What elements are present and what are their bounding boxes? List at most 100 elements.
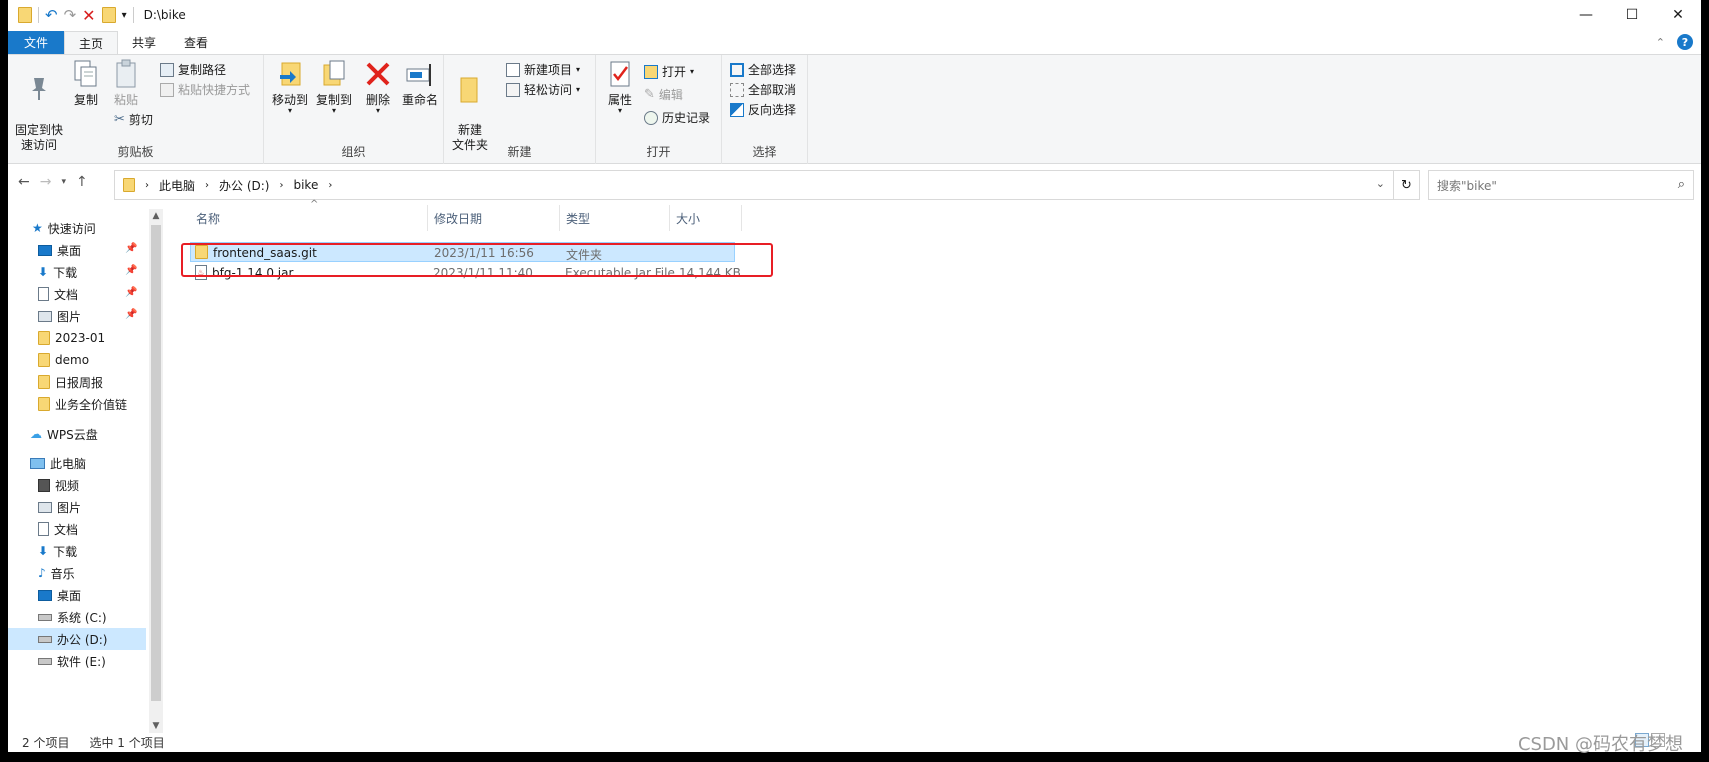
breadcrumb-item[interactable]: bike	[293, 178, 318, 192]
paste-shortcut-button[interactable]: 粘贴快捷方式	[160, 81, 250, 98]
nav-item-desktop[interactable]: 桌面	[38, 584, 81, 606]
scrollbar-thumb[interactable]	[151, 225, 161, 701]
copy-to-button[interactable]: 复制到 ▾	[314, 59, 354, 115]
breadcrumb-separator-icon[interactable]: ›	[205, 180, 209, 191]
column-header-type[interactable]: 类型	[560, 205, 670, 231]
ribbon-group-organize: 移动到 ▾ 复制到 ▾ 删除 ▾ 重命名 组织	[264, 55, 444, 164]
column-header-date[interactable]: 修改日期	[428, 205, 560, 231]
history-icon	[644, 110, 658, 125]
delete-icon[interactable]: ✕	[82, 6, 95, 25]
select-all-icon	[730, 62, 744, 77]
scroll-up-icon[interactable]: ▲	[149, 211, 163, 221]
nav-item-this-pc[interactable]: 此电脑	[30, 452, 86, 474]
nav-item-pictures[interactable]: 图片	[38, 305, 81, 327]
address-bar[interactable]: › 此电脑 › 办公 (D:) › bike › ⌄ ↻	[114, 170, 1420, 200]
cut-button[interactable]: ✂ 剪切	[114, 111, 153, 128]
column-header-size[interactable]: 大小	[670, 205, 742, 231]
nav-item-wps-cloud[interactable]: ☁ WPS云盘	[30, 423, 98, 445]
pin-to-quick-access-button[interactable]: 固定到快 速访问	[14, 59, 64, 153]
ribbon-group-select: 全部选择 全部取消 反向选择 选择	[722, 55, 808, 164]
ribbon-group-new: 新建 文件夹 新建项目 ▾ 轻松访问 ▾ 新建	[444, 55, 596, 164]
chevron-down-icon: ▾	[576, 85, 581, 94]
navigation-scrollbar[interactable]: ▲ ▼	[149, 209, 163, 733]
folder-icon	[38, 375, 50, 389]
invert-selection-button[interactable]: 反向选择	[730, 101, 796, 118]
search-placeholder: 搜索"bike"	[1437, 178, 1497, 193]
nav-item-drive-e[interactable]: 软件 (E:)	[38, 650, 106, 672]
paste-button[interactable]: 粘贴	[108, 59, 144, 108]
delete-button[interactable]: 删除 ▾	[360, 59, 396, 115]
scroll-down-icon[interactable]: ▼	[149, 721, 163, 731]
computer-icon	[30, 457, 45, 469]
open-button[interactable]: 打开 ▾	[644, 63, 694, 80]
nav-item-music[interactable]: ♪ 音乐	[38, 562, 75, 584]
ribbon-group-open: 属性 ▾ 打开 ▾ ✎ 编辑 历史记录 打开	[596, 55, 722, 164]
minimize-button[interactable]: —	[1563, 0, 1609, 30]
tab-view[interactable]: 查看	[170, 31, 222, 54]
edit-button[interactable]: ✎ 编辑	[644, 86, 683, 103]
copy-button[interactable]: 复制	[68, 59, 104, 108]
redo-icon[interactable]: ↷	[64, 6, 77, 24]
ribbon: 固定到快 速访问 复制 粘贴 复制路径 粘贴快捷方式 ✂ 剪切 剪贴板 移动到 …	[8, 55, 1701, 164]
tab-home[interactable]: 主页	[64, 31, 119, 54]
back-arrow-icon[interactable]: ←	[18, 174, 30, 190]
properties-button[interactable]: 属性 ▾	[602, 59, 638, 115]
nav-item-folder[interactable]: 业务全价值链	[38, 393, 127, 415]
new-folder-icon[interactable]	[101, 7, 116, 23]
drive-icon	[38, 613, 52, 621]
rename-button[interactable]: 重命名	[400, 59, 440, 108]
download-arrow-icon: ⬇	[38, 544, 49, 558]
explorer-window: ↶ ↷ ✕ ▾ D:\bike — ☐ ✕ 文件 主页 共享 查看 ⌃ ? 固定…	[8, 0, 1701, 752]
tab-share[interactable]: 共享	[118, 31, 170, 54]
history-button[interactable]: 历史记录	[644, 109, 710, 126]
folder-icon	[18, 7, 32, 23]
search-input[interactable]: 搜索"bike" ⌕	[1428, 170, 1694, 200]
nav-item-documents[interactable]: 文档	[38, 283, 78, 305]
breadcrumb-separator-icon[interactable]: ›	[328, 180, 332, 191]
nav-item-documents[interactable]: 文档	[38, 518, 78, 540]
nav-item-videos[interactable]: 视频	[38, 474, 79, 496]
nav-item-drive-c[interactable]: 系统 (C:)	[38, 606, 107, 628]
new-folder-button[interactable]: 新建 文件夹	[450, 59, 490, 153]
document-icon	[38, 522, 49, 536]
close-button[interactable]: ✕	[1655, 0, 1701, 30]
copy-path-button[interactable]: 复制路径	[160, 61, 226, 78]
collapse-ribbon-chevron-up-icon[interactable]: ⌃	[1656, 36, 1665, 49]
up-arrow-icon[interactable]: ↑	[76, 174, 88, 190]
maximize-button[interactable]: ☐	[1609, 0, 1655, 30]
address-history-chevron-down-icon[interactable]: ⌄	[1376, 177, 1385, 190]
delete-x-icon	[362, 59, 394, 89]
nav-item-downloads[interactable]: ⬇ 下载	[38, 261, 77, 283]
nav-item-folder[interactable]: 2023-01	[38, 327, 105, 349]
breadcrumb-separator-icon[interactable]: ›	[279, 180, 283, 191]
forward-arrow-icon[interactable]: →	[40, 174, 52, 190]
easy-access-icon	[506, 82, 520, 97]
nav-item-quick-access[interactable]: ★ 快速访问	[32, 217, 96, 239]
ribbon-group-label: 剪贴板	[117, 145, 154, 159]
select-all-button[interactable]: 全部选择	[730, 61, 796, 78]
refresh-icon[interactable]: ↻	[1393, 171, 1419, 199]
help-icon[interactable]: ?	[1677, 34, 1693, 50]
nav-item-pictures[interactable]: 图片	[38, 496, 81, 518]
drive-icon	[38, 635, 52, 643]
breadcrumb-item[interactable]: 办公 (D:)	[219, 177, 269, 194]
drive-icon	[38, 657, 52, 665]
nav-item-downloads[interactable]: ⬇ 下载	[38, 540, 77, 562]
column-header-name[interactable]: 名称	[190, 205, 428, 231]
nav-item-desktop[interactable]: 桌面	[38, 239, 81, 261]
tab-file[interactable]: 文件	[8, 31, 65, 54]
customize-chevron-down-icon[interactable]: ▾	[122, 10, 127, 21]
undo-icon[interactable]: ↶	[45, 6, 58, 24]
easy-access-button[interactable]: 轻松访问 ▾	[506, 81, 580, 98]
recent-locations-chevron-down-icon[interactable]: ▾	[61, 177, 66, 187]
nav-item-drive-d[interactable]: 办公 (D:)	[8, 628, 146, 650]
pin-icon: 📌	[125, 287, 138, 298]
nav-item-folder[interactable]: demo	[38, 349, 89, 371]
select-none-button[interactable]: 全部取消	[730, 81, 796, 98]
breadcrumb-item[interactable]: 此电脑	[159, 177, 195, 194]
breadcrumb-separator-icon[interactable]: ›	[145, 180, 149, 191]
new-item-button[interactable]: 新建项目 ▾	[506, 61, 580, 78]
move-to-button[interactable]: 移动到 ▾	[270, 59, 310, 115]
folder-icon	[38, 397, 50, 411]
nav-item-folder[interactable]: 日报周报	[38, 371, 103, 393]
